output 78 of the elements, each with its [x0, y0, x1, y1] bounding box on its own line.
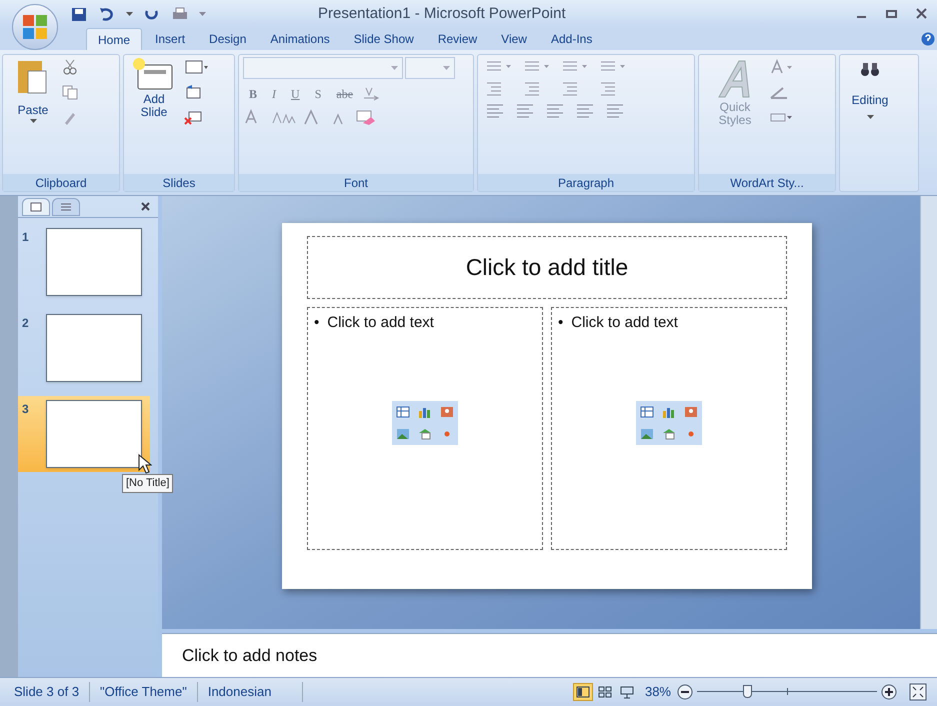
- slide-count: Slide 3 of 3: [14, 682, 90, 702]
- notes-pane[interactable]: Click to add notes: [162, 633, 937, 677]
- slide-icon[interactable]: [30, 202, 42, 212]
- normal-view-button[interactable]: [572, 683, 593, 701]
- ribbon-tab[interactable]: Insert: [144, 28, 196, 50]
- notes-placeholder: Click to add notes: [182, 644, 318, 667]
- window-title: Presentation1 - Microsoft PowerPoint: [318, 4, 566, 24]
- content-placeholder[interactable]: • Click to add text: [551, 307, 787, 550]
- group-label: WordArt Sty...: [730, 174, 804, 192]
- scissors-icon[interactable]: [61, 59, 79, 75]
- close-icon[interactable]: [915, 7, 929, 21]
- ribbon-tab[interactable]: View: [490, 28, 538, 50]
- zoom-out-icon[interactable]: [677, 684, 693, 700]
- ribbon-tab[interactable]: Home: [86, 28, 142, 50]
- ribbon-tab[interactable]: Review: [426, 28, 488, 50]
- tooltip: [No Title]: [122, 474, 174, 492]
- maximize-icon[interactable]: [885, 7, 899, 21]
- printer-icon[interactable]: [171, 6, 189, 22]
- format-button[interactable]: S: [308, 83, 328, 105]
- group-label: Slides: [162, 174, 196, 192]
- zoom-slider-thumb[interactable]: [743, 685, 752, 698]
- add-slide-button[interactable]: Add Slide: [130, 57, 178, 125]
- slide-number: 2: [22, 315, 30, 332]
- title-placeholder-text: Click to add title: [466, 253, 628, 282]
- mouse-pointer-icon: [138, 454, 152, 474]
- insert-content-icons[interactable]: [636, 400, 702, 444]
- insert-content-icons[interactable]: [392, 400, 458, 444]
- copy-icon[interactable]: [61, 84, 79, 100]
- office-button[interactable]: [12, 4, 58, 50]
- group-label: Paragraph: [558, 174, 614, 192]
- content-placeholder[interactable]: • Click to add text: [307, 307, 543, 550]
- ribbon-tab[interactable]: Add-Ins: [540, 28, 604, 50]
- save-icon[interactable]: [70, 6, 88, 22]
- vertical-scrollbar[interactable]: [920, 196, 937, 629]
- reset-icon[interactable]: [184, 84, 202, 100]
- undo-icon[interactable]: [98, 6, 116, 22]
- layout-icon[interactable]: [184, 59, 208, 75]
- ribbon-tab[interactable]: Animations: [259, 28, 341, 50]
- close-icon[interactable]: [141, 202, 150, 211]
- ribbon-tab[interactable]: Slide Show: [342, 28, 425, 50]
- slide-thumbnail[interactable]: 1: [18, 224, 150, 300]
- fit-window-icon[interactable]: [909, 683, 927, 701]
- clear-format-icon[interactable]: [355, 109, 377, 125]
- group-label: Clipboard: [35, 174, 87, 192]
- zoom-in-icon[interactable]: [881, 684, 897, 700]
- zoom-level[interactable]: 38%: [644, 682, 671, 702]
- paste-button[interactable]: Paste: [11, 57, 55, 125]
- ribbon-tab[interactable]: Design: [198, 28, 258, 50]
- spacing-icon[interactable]: [362, 86, 380, 102]
- delete-slide-icon[interactable]: [184, 109, 202, 125]
- slide-thumbnail[interactable]: 2: [18, 310, 150, 386]
- caret-icon: [30, 119, 36, 123]
- caret-icon: [199, 12, 206, 16]
- title-placeholder[interactable]: Click to add title: [307, 236, 787, 299]
- placeholder-text: Click to add text: [327, 313, 434, 333]
- group-label: Font: [344, 174, 368, 192]
- font-name-field[interactable]: [243, 57, 403, 79]
- slide-number: 3: [22, 401, 30, 418]
- outline-icon[interactable]: [60, 202, 72, 212]
- office-logo-icon[interactable]: [22, 14, 48, 40]
- caret-icon: [443, 66, 450, 70]
- slide-thumbnail[interactable]: 3: [18, 396, 150, 472]
- caret-icon: [391, 66, 398, 70]
- language: Indonesian: [198, 682, 303, 702]
- caret-icon: [866, 115, 874, 119]
- help-icon[interactable]: [921, 32, 935, 46]
- slides-tab[interactable]: [22, 198, 50, 216]
- outline-tab[interactable]: [52, 198, 80, 216]
- editing-button[interactable]: Editing: [840, 55, 900, 119]
- binoculars-icon[interactable]: [860, 61, 880, 77]
- placeholder-text: Click to add text: [571, 313, 678, 333]
- slide-number: 1: [22, 229, 30, 246]
- zoom-slider[interactable]: [697, 684, 877, 700]
- bullet: •: [314, 313, 320, 333]
- font-size-field[interactable]: [405, 57, 455, 79]
- theme-name: "Office Theme": [90, 682, 198, 702]
- bullet: •: [558, 313, 564, 333]
- caret-icon: [126, 12, 133, 16]
